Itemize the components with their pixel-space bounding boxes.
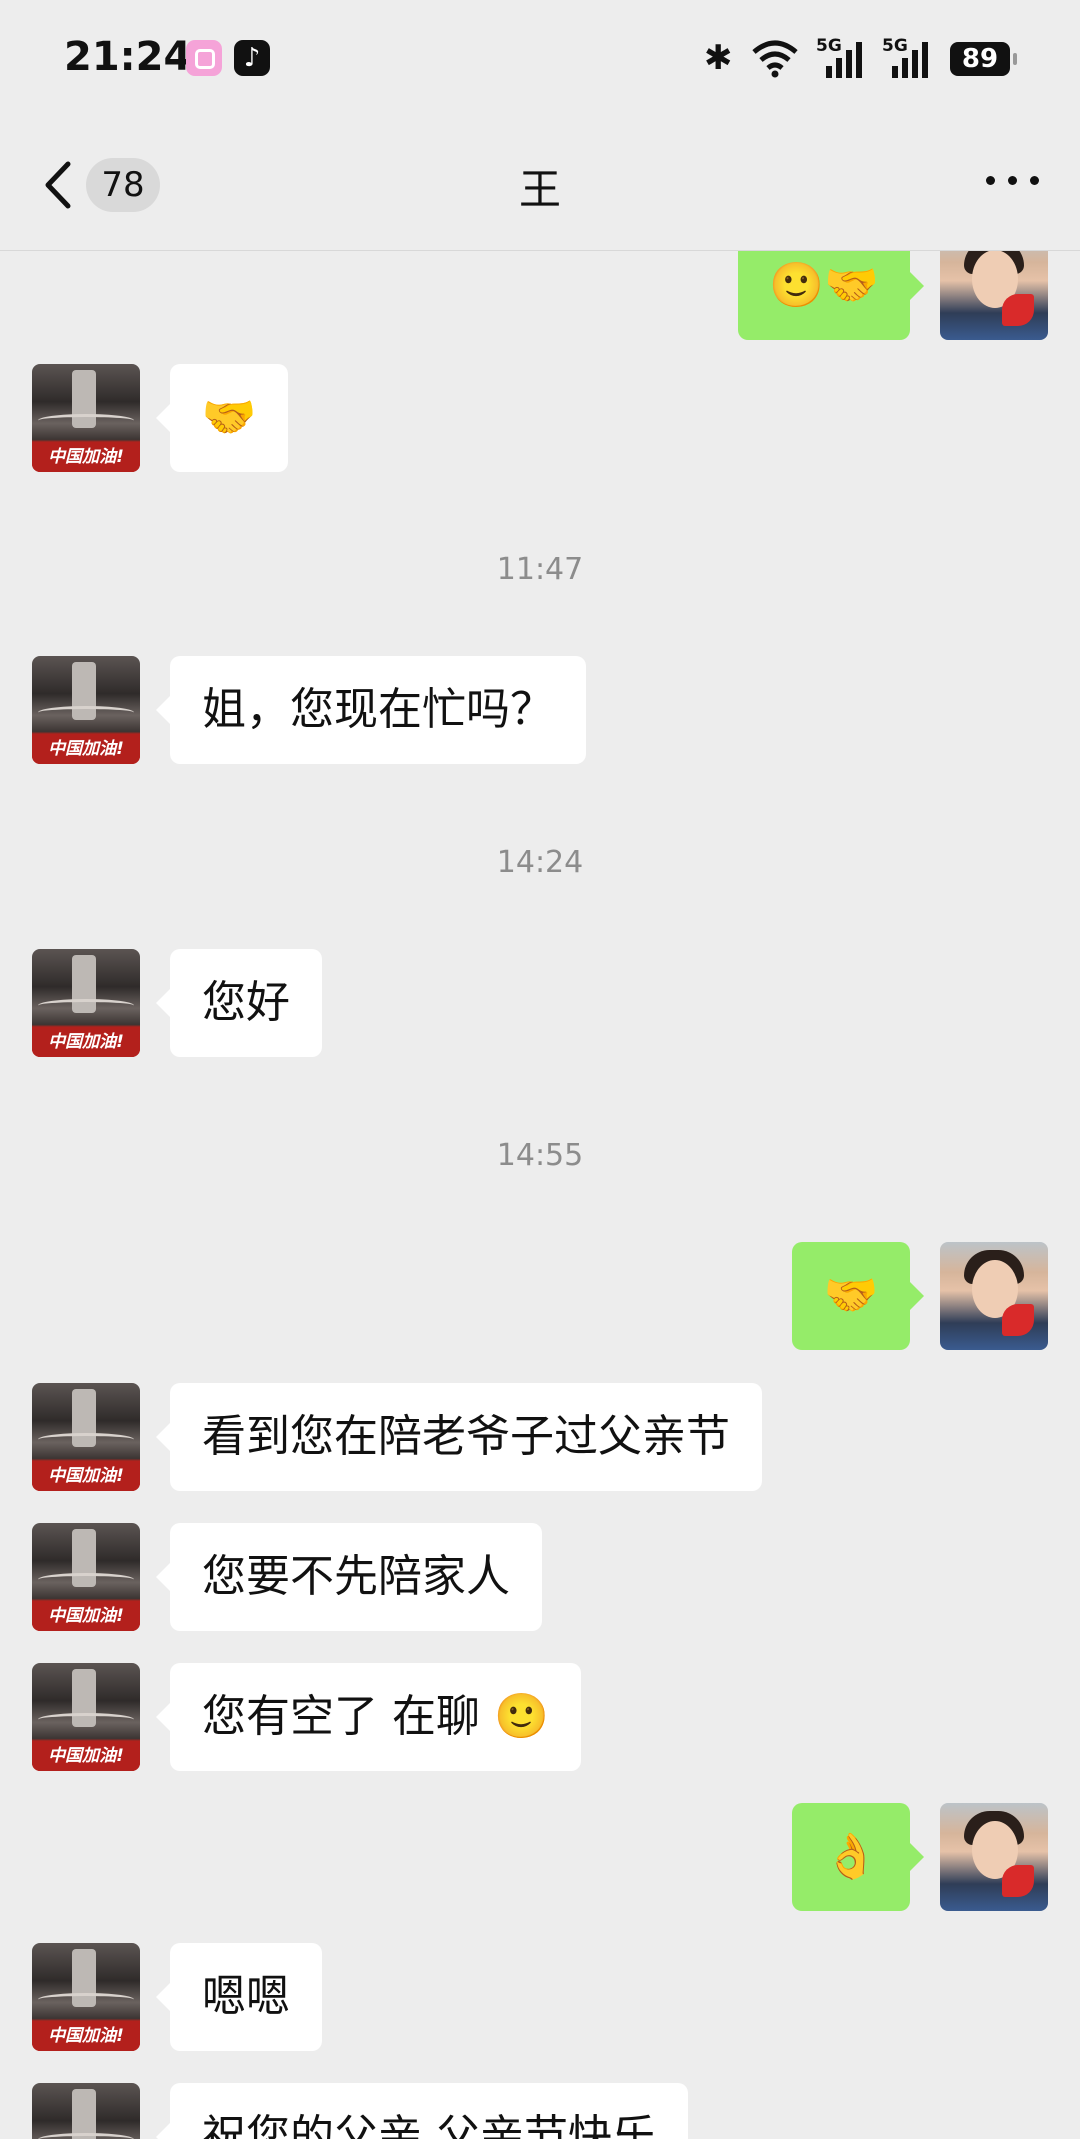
avatar[interactable]: 中国加油! xyxy=(32,656,140,764)
avatar[interactable] xyxy=(940,1242,1048,1350)
message-timestamp: 14:24 xyxy=(496,845,584,880)
message-row-incoming: 中国加油! 祝您的父亲 父亲节快乐 xyxy=(0,2083,1080,2139)
message-bubble[interactable]: 您要不先陪家人 xyxy=(156,1523,542,1631)
avatar[interactable]: 中国加油! xyxy=(32,1943,140,2051)
message-list[interactable]: 🙂🤝 中国加油! 🤝 11:47 中国加油! 姐，您现在忙吗？ 14:24 中国… xyxy=(0,250,1080,2139)
wifi-icon xyxy=(752,40,798,78)
avatar[interactable]: 中国加油! xyxy=(32,949,140,1057)
cellular-signal-icon: 5G xyxy=(816,36,862,78)
chat-header: 78 王 xyxy=(0,120,1080,251)
bluetooth-icon: ✱ xyxy=(704,38,733,78)
avatar[interactable] xyxy=(940,250,1048,340)
message-bubble[interactable]: 看到您在陪老爷子过父亲节 xyxy=(156,1383,762,1491)
avatar[interactable]: 中国加油! xyxy=(32,1663,140,1771)
message-row-incoming: 中国加油! 您要不先陪家人 xyxy=(0,1523,1080,1631)
avatar-caption: 中国加油! xyxy=(32,2021,140,2051)
message-bubble[interactable]: 您有空了 在聊 🙂 xyxy=(156,1663,581,1771)
message-timestamp: 11:47 xyxy=(496,552,584,587)
message-bubble[interactable]: 您好 xyxy=(156,949,322,1057)
avatar[interactable] xyxy=(940,1803,1048,1911)
avatar-caption: 中国加油! xyxy=(32,1027,140,1057)
message-row-outgoing: 👌 xyxy=(0,1803,1080,1911)
avatar-caption: 中国加油! xyxy=(32,734,140,764)
instagram-icon xyxy=(186,40,222,76)
message-bubble[interactable]: 👌 xyxy=(792,1803,924,1911)
battery-indicator: 89 xyxy=(950,42,1017,76)
message-bubble[interactable]: 🙂🤝 xyxy=(738,250,924,340)
more-icon[interactable] xyxy=(986,176,1040,192)
message-row-outgoing: 🙂🤝 xyxy=(0,250,1080,340)
message-row-incoming: 中国加油! 您有空了 在聊 🙂 xyxy=(0,1663,1080,1771)
message-row-outgoing: 🤝 xyxy=(0,1242,1080,1350)
message-bubble[interactable]: 嗯嗯 xyxy=(156,1943,322,2051)
avatar[interactable]: 中国加油! xyxy=(32,1523,140,1631)
avatar[interactable]: 中国加油! xyxy=(32,2083,140,2139)
message-row-incoming: 中国加油! 姐，您现在忙吗？ xyxy=(0,656,1080,764)
message-row-incoming: 中国加油! 您好 xyxy=(0,949,1080,1057)
status-time: 21:24 xyxy=(64,34,192,80)
cellular-signal-icon: 5G xyxy=(882,36,928,78)
tiktok-icon: ♪ xyxy=(234,40,270,76)
message-bubble[interactable]: 姐，您现在忙吗？ xyxy=(156,656,586,764)
message-timestamp: 14:55 xyxy=(496,1138,584,1173)
message-row-incoming: 中国加油! 嗯嗯 xyxy=(0,1943,1080,2051)
message-bubble[interactable]: 🤝 xyxy=(792,1242,924,1350)
chat-title: 王 xyxy=(518,165,561,214)
avatar[interactable]: 中国加油! xyxy=(32,1383,140,1491)
avatar-caption: 中国加油! xyxy=(32,442,140,472)
avatar-caption: 中国加油! xyxy=(32,1461,140,1491)
avatar[interactable]: 中国加油! xyxy=(32,364,140,472)
avatar-caption: 中国加油! xyxy=(32,1601,140,1631)
message-bubble[interactable]: 🤝 xyxy=(156,364,288,472)
status-bar: 21:24 ♪ ✱ 5G 5G 89 xyxy=(0,0,1080,120)
avatar-caption: 中国加油! xyxy=(32,1741,140,1771)
message-row-incoming: 中国加油! 看到您在陪老爷子过父亲节 xyxy=(0,1383,1080,1491)
message-row-incoming: 中国加油! 🤝 xyxy=(0,364,1080,472)
message-bubble[interactable]: 祝您的父亲 父亲节快乐 xyxy=(156,2083,688,2139)
